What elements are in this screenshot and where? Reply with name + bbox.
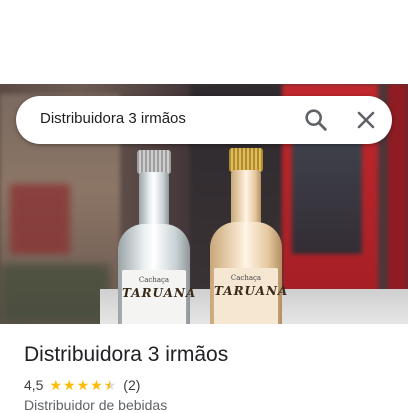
bottle-label-brand: TARUANA [122,286,197,300]
bottle-neck [231,170,261,228]
top-blank-area [0,0,408,84]
place-title: Distribuidora 3 irmãos [24,343,229,366]
star-icon: ★ [103,377,117,393]
bottle-clear: Cachaça TARUANA [118,150,197,324]
bottle-label-type: Cachaça [138,276,170,284]
search-button[interactable] [302,106,330,134]
bottle-label-type: Cachaça [230,274,262,282]
review-count[interactable]: (2) [123,377,140,393]
rating-stars: ★ ★ ★ ★ ★ [49,378,117,392]
rating-row[interactable]: 4,5 ★ ★ ★ ★ ★ (2) [24,376,140,394]
search-icon[interactable] [302,106,330,134]
bottle-label-brand: TARUANA [214,284,289,298]
bottle-label: Cachaça TARUANA [122,270,197,324]
close-icon[interactable] [352,106,380,134]
star-icon: ★ [49,377,63,393]
star-icon: ★ [63,377,76,393]
star-icon: ★ [76,377,90,393]
star-icon: ★ [90,377,103,393]
place-info-panel[interactable]: Distribuidora 3 irmãos 4,5 ★ ★ ★ ★ ★ (2) Dis… [0,324,408,413]
rating-value: 4,5 [24,377,44,393]
bottle-label: Cachaça TARUANA [214,268,289,324]
bottle-neck [139,172,169,230]
search-query-text[interactable]: Distribuidora 3 irmãos [40,110,186,127]
bottle-cap [229,148,263,172]
bottle-cap [137,150,171,174]
search-bar[interactable]: Distribuidora 3 irmãos [16,96,392,144]
place-category: Distribuidor de bebidas [24,397,168,413]
clear-search-button[interactable] [352,106,380,134]
bottle-gold: Cachaça TARUANA [210,148,289,324]
